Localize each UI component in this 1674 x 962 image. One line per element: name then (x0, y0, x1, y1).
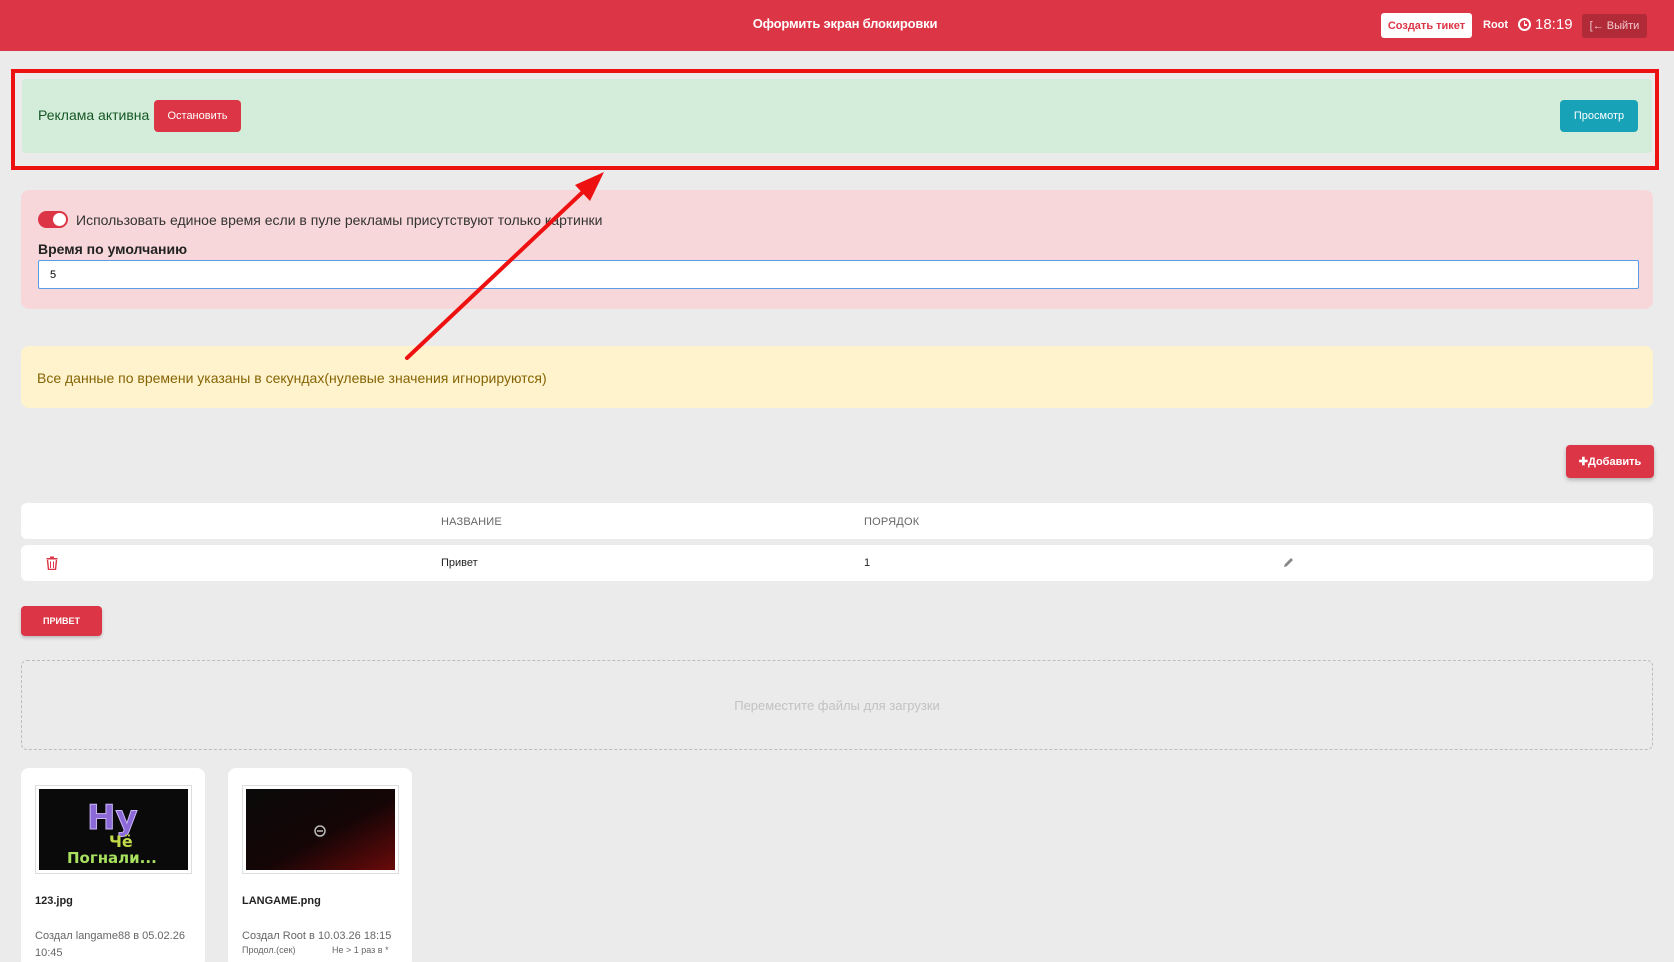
column-header-order: ПОРЯДОК (864, 516, 920, 528)
thumbnail-image-icon (246, 789, 395, 870)
file-card[interactable]: LANGAME.png Создал Root в 10.03.26 18:15… (228, 768, 412, 962)
uniform-time-toggle[interactable] (38, 211, 68, 228)
ads-status-text: Реклама активна (38, 107, 150, 123)
file-thumbnail (242, 785, 399, 874)
info-text: Все данные по времени указаны в секундах… (37, 370, 547, 386)
default-time-label: Время по умолчанию (38, 241, 188, 257)
clock-time: 18:19 (1535, 16, 1573, 33)
column-header-name: НАЗВАНИЕ (441, 516, 502, 528)
row-name: Привет (441, 557, 478, 569)
row-order: 1 (864, 557, 871, 569)
table-row: Привет 1 (21, 545, 1653, 581)
file-name: LANGAME.png (242, 895, 321, 907)
top-header: Оформить экран блокировки Создать тикет … (0, 0, 1674, 51)
add-label: Добавить (1587, 456, 1642, 468)
sign-out-icon: [← (1589, 20, 1604, 32)
uniform-time-toggle-label: Использовать единое время если в пуле ре… (76, 212, 603, 228)
settings-panel: Использовать единое время если в пуле ре… (21, 190, 1653, 309)
info-banner: Все данные по времени указаны в секундах… (21, 346, 1653, 408)
add-button[interactable]: ✚Добавить (1566, 445, 1654, 478)
logout-button[interactable]: [← Выйти (1582, 14, 1647, 38)
default-time-input[interactable] (38, 260, 1639, 289)
pencil-icon[interactable] (1283, 557, 1294, 568)
clock-icon (1518, 18, 1531, 31)
plus-icon: ✚ (1578, 456, 1588, 468)
file-dropzone[interactable]: Переместите файлы для загрузки (21, 660, 1653, 750)
user-name: Root (1483, 19, 1509, 31)
ads-status-banner: Реклама активна Остановить Просмотр (22, 79, 1652, 153)
file-meta: Создал langame88 в 05.02.26 10:45 (35, 930, 185, 959)
stop-ads-button[interactable]: Остановить (154, 100, 241, 132)
logout-label: Выйти (1606, 20, 1640, 32)
app-root: Оформить экран блокировки Создать тикет … (0, 0, 1674, 962)
thumb-text-3: Погнали... (67, 849, 157, 867)
thumbnail-image-icon: Ну Чё Погнали... (39, 789, 188, 870)
file-name: 123.jpg (35, 895, 73, 907)
table-header: НАЗВАНИЕ ПОРЯДОК (21, 503, 1653, 539)
file-meta: Создал Root в 10.03.26 18:15 (242, 930, 392, 942)
file-thumbnail: Ну Чё Погнали... (35, 785, 192, 874)
dropzone-text: Переместите файлы для загрузки (734, 698, 940, 713)
toggle-knob (53, 213, 66, 226)
duration-label: Продол.(сек) (242, 945, 296, 955)
trash-icon[interactable] (46, 556, 58, 570)
group-button[interactable]: привет (21, 606, 102, 636)
repeat-label: Не > 1 раз в * (332, 945, 389, 955)
file-card[interactable]: Ну Чё Погнали... 123.jpg Создал langame8… (21, 768, 205, 962)
preview-button[interactable]: Просмотр (1560, 100, 1638, 132)
create-ticket-button[interactable]: Создать тикет (1381, 13, 1472, 38)
